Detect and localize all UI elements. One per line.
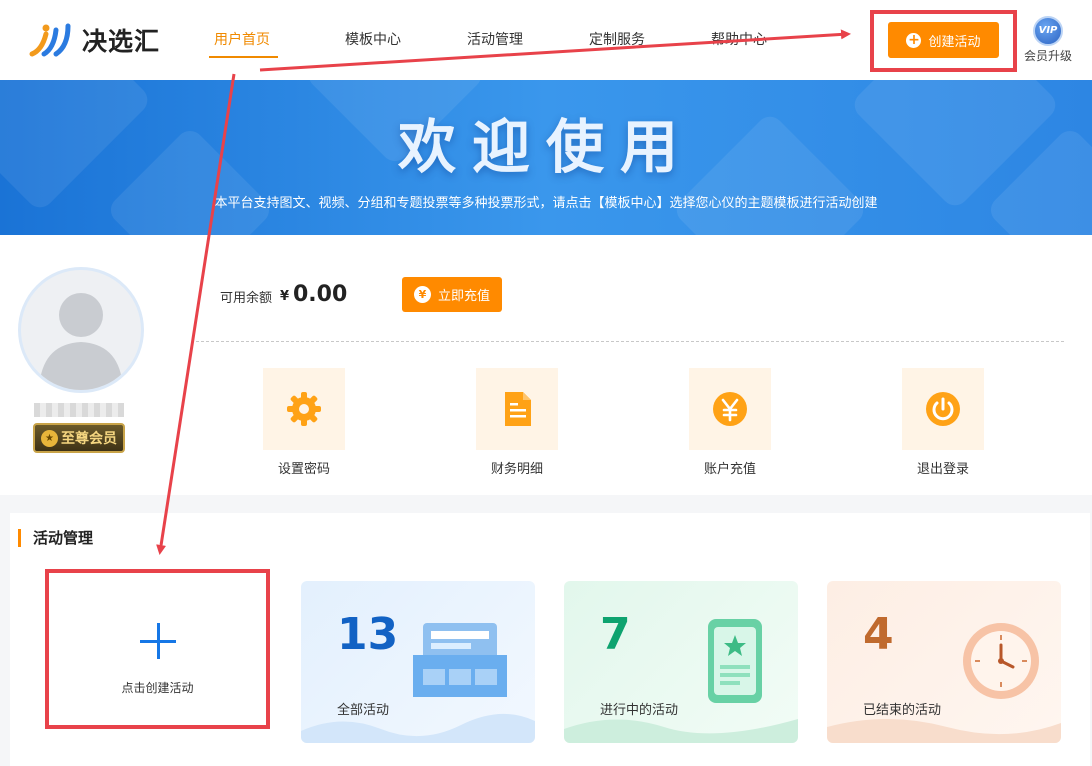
phone-star-icon — [708, 619, 762, 703]
stat-label: 已结束的活动 — [863, 703, 942, 718]
annotation-highlight-box — [45, 569, 270, 729]
vip-upgrade[interactable]: VIP 会员升级 — [1020, 16, 1076, 64]
main-nav: 用户首页 模板中心 活动管理 定制服务 帮助中心 — [190, 0, 800, 80]
stat-value: 13 — [337, 609, 399, 660]
stat-value: 4 — [863, 609, 894, 660]
gear-icon — [287, 392, 321, 426]
avatar[interactable] — [18, 267, 144, 393]
logo-text: 决选汇 — [82, 27, 161, 56]
member-level-badge: ★ 至尊会员 — [33, 423, 125, 453]
quick-set-password[interactable]: 设置密码 — [249, 368, 359, 477]
banner-title: 欢迎使用 — [397, 113, 694, 181]
yen-icon — [713, 392, 747, 426]
stat-value: 7 — [600, 609, 631, 660]
nav-home[interactable]: 用户首页 — [190, 0, 312, 80]
nav-help-center[interactable]: 帮助中心 — [678, 0, 800, 80]
stat-card-ongoing[interactable]: 7 进行中的活动 — [564, 581, 798, 743]
quick-label: 设置密码 — [277, 462, 330, 477]
page: 决选汇 用户首页 模板中心 活动管理 定制服务 帮助中心 + 创建活动 VIP … — [0, 0, 1092, 766]
yen-coin-icon: ¥ — [413, 286, 431, 303]
quick-tile — [263, 368, 345, 450]
logo-icon — [29, 23, 71, 57]
user-silhouette-icon — [39, 293, 123, 390]
logo[interactable]: 决选汇 — [28, 20, 160, 60]
inbox-tray-icon — [413, 623, 507, 697]
balance-value: 0.00 — [293, 282, 348, 307]
quick-label: 账户充值 — [703, 462, 756, 477]
vip-badge-icon: VIP — [1033, 16, 1063, 46]
quick-finance-details[interactable]: 财务明细 — [462, 368, 572, 477]
annotation-highlight-box — [870, 10, 1017, 72]
balance-label: 可用余额 — [220, 291, 273, 306]
stat-label: 全部活动 — [337, 703, 390, 718]
clock-icon — [963, 623, 1039, 699]
banner-subtitle: 本平台支持图文、视频、分组和专题投票等多种投票形式，请点击【模板中心】选择您心仪… — [214, 196, 878, 211]
quick-account-recharge[interactable]: 账户充值 — [675, 368, 785, 477]
quick-tile — [689, 368, 771, 450]
vip-upgrade-label: 会员升级 — [1023, 49, 1072, 63]
nav-templates[interactable]: 模板中心 — [312, 0, 434, 80]
nav-custom-service[interactable]: 定制服务 — [556, 0, 678, 80]
member-level-label: 至尊会员 — [61, 431, 117, 447]
nav-activity-management[interactable]: 活动管理 — [434, 0, 556, 80]
stat-card-ended[interactable]: 4 已结束的活动 — [827, 581, 1061, 743]
recharge-label: 立即充值 — [437, 289, 490, 304]
balance-currency: ¥ — [280, 289, 290, 304]
quick-label: 财务明细 — [490, 462, 543, 477]
power-icon — [926, 392, 960, 426]
profile-panel: ★ 至尊会员 可用余额 ¥ 0.00 ¥ 立即充值 设置密码 财务明细 账户充值… — [0, 235, 1092, 495]
divider — [196, 341, 1064, 342]
stat-card-all[interactable]: 13 全部活动 — [301, 581, 535, 743]
document-icon — [505, 392, 531, 426]
star-medal-icon: ★ — [41, 429, 58, 447]
quick-tile — [902, 368, 984, 450]
username-redacted — [34, 403, 124, 417]
stat-label: 进行中的活动 — [600, 703, 679, 718]
welcome-banner: 欢迎使用 本平台支持图文、视频、分组和专题投票等多种投票形式，请点击【模板中心】… — [0, 80, 1092, 235]
section-title: 活动管理 — [18, 529, 93, 547]
recharge-button[interactable]: ¥ 立即充值 — [402, 277, 502, 312]
quick-logout[interactable]: 退出登录 — [888, 368, 998, 477]
quick-tile — [476, 368, 558, 450]
quick-label: 退出登录 — [916, 462, 969, 477]
